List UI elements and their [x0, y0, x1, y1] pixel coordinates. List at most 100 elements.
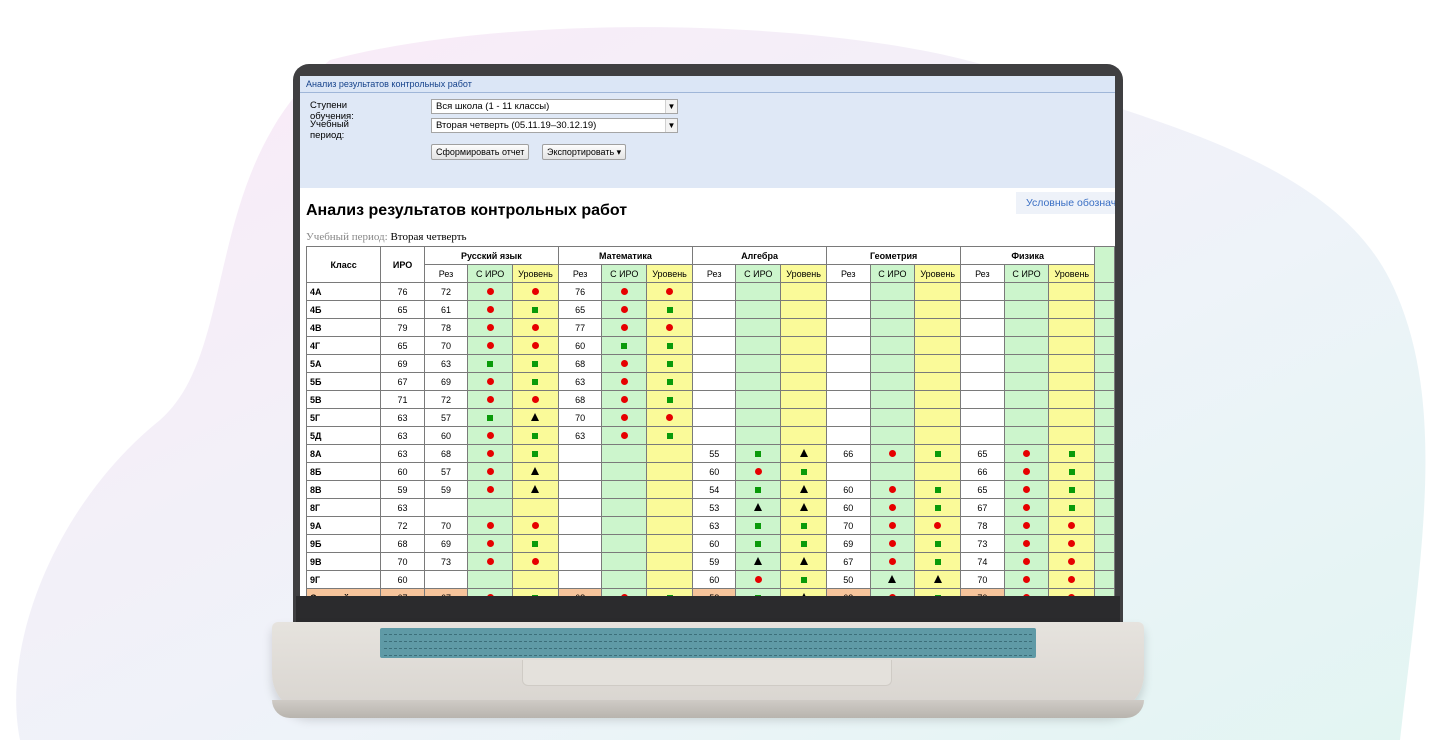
level-cell	[512, 408, 559, 427]
square-marker-icon	[621, 342, 628, 349]
result-cell: 60	[691, 570, 737, 589]
keyboard-row	[384, 630, 1032, 635]
circle-marker-icon	[620, 395, 628, 403]
vs-iro-cell	[735, 534, 782, 553]
level-cell	[646, 588, 693, 596]
result-cell: 67	[423, 588, 469, 596]
circle-marker-icon	[531, 323, 539, 331]
level-cell	[1048, 354, 1096, 373]
iro-cell: 68	[380, 534, 425, 553]
overflow-cell	[1094, 426, 1115, 445]
circle-marker-icon	[531, 287, 539, 295]
vs-iro-cell	[735, 588, 782, 596]
square-marker-icon	[1068, 504, 1075, 511]
result-cell	[691, 300, 737, 319]
result-cell: 69	[423, 534, 469, 553]
circle-marker-icon	[1068, 521, 1076, 529]
chevron-down-icon[interactable]: ▼	[665, 119, 677, 132]
result-cell: 61	[423, 300, 469, 319]
level-cell	[646, 480, 693, 499]
vs-iro-cell	[467, 462, 514, 481]
result-cell	[960, 354, 1005, 373]
chevron-down-icon[interactable]: ▼	[665, 100, 677, 113]
result-cell: 66	[960, 462, 1005, 481]
circle-marker-icon	[1022, 485, 1030, 493]
level-cell	[780, 426, 828, 445]
level-cell	[780, 588, 828, 596]
average-row: Средний676768586370	[305, 588, 1115, 596]
overflow-cell	[1094, 588, 1115, 596]
result-cell: 59	[423, 480, 469, 499]
triangle-marker-icon	[799, 502, 808, 511]
result-cell	[691, 336, 737, 355]
circle-marker-icon	[620, 593, 628, 596]
iro-cell: 59	[380, 480, 425, 499]
result-cell: 55	[691, 444, 737, 463]
level-cell	[780, 354, 828, 373]
level-cell	[512, 354, 559, 373]
circle-marker-icon	[1022, 557, 1030, 565]
vs-iro-cell	[869, 408, 916, 427]
level-select[interactable]: Вся школа (1 - 11 классы) ▼	[431, 99, 678, 114]
vs-iro-cell	[869, 300, 916, 319]
vs-iro-cell	[735, 300, 782, 319]
table-row: 4Г 65 70 60	[305, 336, 1115, 355]
vs-iro-cell	[1003, 426, 1050, 445]
level-cell	[646, 444, 693, 463]
vs-iro-cell	[869, 318, 916, 337]
vs-iro-cell	[1003, 570, 1050, 589]
circle-marker-icon	[1022, 449, 1030, 457]
legend-link[interactable]: Условные обознач	[1016, 192, 1115, 214]
level-cell	[1048, 498, 1096, 517]
period-select[interactable]: Вторая четверть (05.11.19–30.12.19) ▼	[431, 118, 678, 133]
vs-iro-cell	[601, 552, 648, 571]
iro-cell: 60	[380, 570, 425, 589]
vs-iro-cell	[869, 372, 916, 391]
class-cell: Средний	[305, 588, 382, 596]
square-marker-icon	[1068, 468, 1075, 475]
class-cell: 9Б	[305, 534, 382, 553]
result-cell: 53	[691, 498, 737, 517]
subheader-result: Рез	[423, 264, 469, 283]
overflow-cell	[1094, 552, 1115, 571]
level-cell	[780, 336, 828, 355]
iro-cell: 65	[380, 300, 425, 319]
generate-report-button[interactable]: Сформировать отчет	[431, 144, 530, 160]
level-cell	[1048, 426, 1096, 445]
vs-iro-cell	[735, 552, 782, 571]
overflow-cell	[1094, 390, 1115, 409]
result-cell: 69	[423, 372, 469, 391]
circle-marker-icon	[888, 593, 896, 596]
level-cell	[646, 390, 693, 409]
level-cell	[914, 336, 962, 355]
circle-marker-icon	[486, 467, 494, 475]
vs-iro-cell	[735, 408, 782, 427]
level-cell	[780, 444, 828, 463]
class-cell: 4Г	[305, 336, 382, 355]
table-header-row: Класс ИРО Русский язык Математика Алгебр…	[305, 246, 1115, 283]
result-cell	[960, 318, 1005, 337]
window-title: Анализ результатов контрольных работ	[300, 76, 1115, 93]
vs-iro-cell	[735, 426, 782, 445]
level-cell	[1048, 462, 1096, 481]
vs-iro-cell	[1003, 588, 1050, 596]
export-button[interactable]: Экспортировать ▾	[542, 144, 627, 160]
result-cell	[557, 480, 603, 499]
result-cell: 63	[423, 354, 469, 373]
level-cell	[1048, 282, 1096, 301]
result-cell: 70	[826, 516, 871, 535]
overflow-cell	[1094, 570, 1115, 589]
square-marker-icon	[1068, 486, 1075, 493]
overflow-cell	[1094, 408, 1115, 427]
vs-iro-cell	[467, 390, 514, 409]
subheader-level: Уровень	[780, 264, 828, 283]
vs-iro-cell	[601, 480, 648, 499]
level-select-value: Вся школа (1 - 11 классы)	[436, 101, 550, 112]
vs-iro-cell	[1003, 372, 1050, 391]
result-cell: 50	[826, 570, 871, 589]
subheader-vs-iro: С ИРО	[869, 264, 916, 283]
result-cell: 60	[691, 534, 737, 553]
result-cell: 69	[826, 534, 871, 553]
circle-marker-icon	[486, 539, 494, 547]
level-cell	[512, 318, 559, 337]
